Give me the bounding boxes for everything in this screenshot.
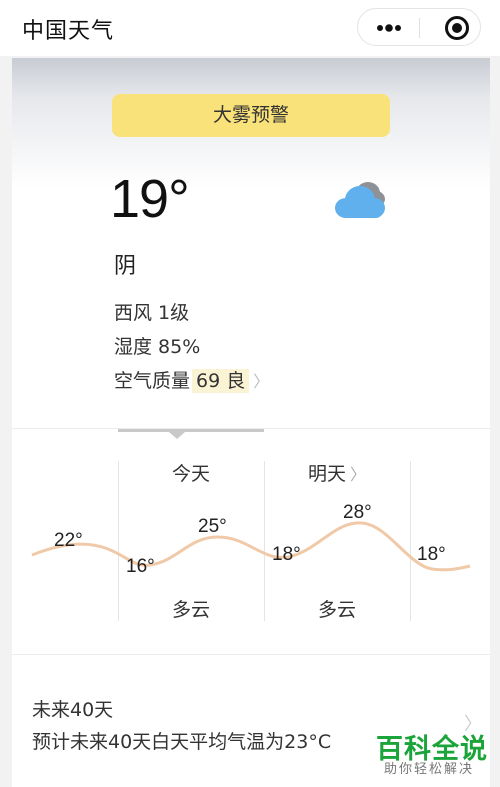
current-weather-card: 大雾预警 19° 阴 西风 1级 湿度 85% 空气质量 69 良〉	[12, 58, 490, 428]
app-title: 中国天气	[22, 19, 115, 44]
low-temp-label: 16°	[126, 556, 155, 577]
high-temp-label: 28°	[343, 502, 372, 523]
cloudy-icon	[335, 182, 385, 218]
air-quality-label: 空气质量	[114, 370, 191, 392]
target-circle-icon[interactable]	[444, 15, 470, 41]
weather-alert-badge[interactable]: 大雾预警	[112, 94, 390, 137]
today-weather: 多云	[171, 599, 210, 621]
top-bar: 中国天气	[0, 0, 500, 56]
air-quality-row[interactable]: 空气质量 69 良〉	[114, 366, 269, 393]
current-temperature: 19°	[110, 169, 190, 229]
watermark-sub: 助你轻松解决	[384, 762, 475, 777]
wind-info: 西风 1级	[114, 302, 190, 324]
forty-day-description: 预计未来40天白天平均气温为23°C	[32, 731, 332, 753]
mini-program-capsule	[357, 8, 481, 46]
chevron-right-icon: 〉	[253, 372, 270, 391]
forty-day-title: 未来40天	[32, 699, 114, 721]
air-quality-value: 69 良	[192, 369, 250, 393]
capsule-divider	[419, 18, 420, 38]
tomorrow-weather: 多云	[317, 599, 356, 621]
temperature-curve	[31, 521, 471, 572]
forecast-card: 今天 明天〉 22° 16° 25° 18° 28° 18° 多云 多云	[12, 428, 490, 654]
weather-condition: 阴	[114, 254, 137, 279]
high-temp-label: 25°	[198, 516, 227, 537]
low-temp-label: 18°	[417, 544, 446, 565]
watermark-logo: 百科全说 助你轻松解决	[372, 727, 490, 779]
low-temp-label: 18°	[272, 544, 301, 565]
high-temp-label: 22°	[54, 530, 83, 551]
humidity-info: 湿度 85%	[114, 336, 201, 358]
more-dots-icon[interactable]	[372, 17, 406, 39]
